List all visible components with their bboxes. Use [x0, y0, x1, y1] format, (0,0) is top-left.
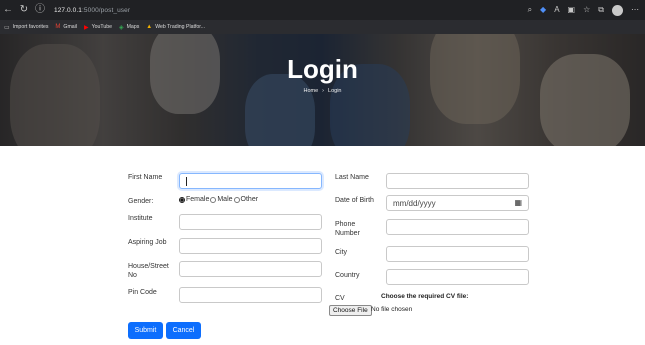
bookmark-label: Gmail: [63, 24, 77, 30]
country-input[interactable]: [386, 269, 529, 285]
cv-label: CV: [335, 295, 345, 302]
folder-icon: ▭: [4, 24, 10, 31]
text-cursor: [186, 177, 187, 186]
phone-number-input[interactable]: [386, 219, 529, 235]
city-label: City: [335, 249, 348, 256]
bookmarks-bar: ▭ Import favorites M Gmail ▶ YouTube ◈ M…: [0, 20, 645, 34]
cv-hint: Choose the required CV file:: [381, 293, 469, 300]
bookmark-label: Maps: [126, 24, 140, 30]
bookmark-youtube[interactable]: ▶ YouTube: [84, 24, 112, 31]
hero-banner: Login Home › Login: [0, 34, 645, 146]
breadcrumb-separator-icon: ›: [322, 88, 325, 94]
phone-number-label: Phone Number: [335, 220, 360, 238]
read-aloud-icon[interactable]: A: [554, 0, 559, 20]
back-icon[interactable]: ←: [0, 0, 16, 20]
radio-label: Other: [240, 196, 259, 203]
cancel-button[interactable]: Cancel: [166, 322, 201, 339]
extension-icon[interactable]: ◆: [540, 0, 546, 20]
profile-avatar[interactable]: [612, 4, 623, 16]
calendar-icon[interactable]: ▦: [514, 198, 522, 207]
favorite-star-icon[interactable]: ☆: [583, 0, 590, 20]
house-street-label: House/Street No: [128, 262, 169, 280]
dob-placeholder: mm/dd/yyyy: [393, 199, 436, 208]
gender-option-male[interactable]: Male: [210, 196, 233, 203]
first-name-label: First Name: [128, 174, 163, 181]
file-status: No file chosen: [371, 306, 413, 313]
aspiring-job-label: Aspiring Job: [128, 239, 167, 246]
house-street-label-line1: House/Street: [128, 263, 169, 270]
gmail-icon: M: [55, 24, 61, 30]
url-host: 127.0.0.1: [54, 6, 83, 14]
pin-code-label: Pin Code: [128, 289, 157, 296]
submit-button[interactable]: Submit: [128, 322, 163, 339]
radio-label: Male: [217, 196, 233, 203]
bookmark-web-trading[interactable]: ▲ Web Trading Platfor...: [146, 24, 205, 30]
last-name-label: Last Name: [335, 174, 369, 181]
maps-icon: ◈: [118, 24, 124, 31]
phone-label-line2: Number: [335, 230, 360, 237]
more-menu-icon[interactable]: ⋯: [631, 0, 639, 20]
radio-label: Female: [186, 196, 210, 203]
country-label: Country: [335, 272, 360, 279]
search-icon[interactable]: ⌕: [528, 0, 532, 20]
aspiring-job-input[interactable]: [179, 238, 322, 254]
house-street-input[interactable]: [179, 261, 322, 277]
phone-label-line1: Phone: [335, 221, 356, 228]
browser-toolbar: ← ↻ ⓘ 127.0.0.1:5000/post_user ⌕ ◆ A ▣ ☆…: [0, 0, 645, 20]
pin-code-input[interactable]: [179, 287, 322, 303]
bookmark-maps[interactable]: ◈ Maps: [119, 24, 139, 31]
url-path: :5000/post_user: [82, 6, 131, 14]
city-input[interactable]: [386, 246, 529, 262]
choose-file-button[interactable]: Choose File: [329, 305, 372, 316]
radio-male[interactable]: [210, 196, 217, 203]
trading-icon: ▲: [146, 24, 153, 30]
house-street-label-line2: No: [128, 272, 137, 279]
institute-label: Institute: [128, 215, 153, 222]
bookmark-gmail[interactable]: M Gmail: [55, 24, 77, 30]
radio-female[interactable]: [179, 196, 185, 203]
site-info-icon[interactable]: ⓘ: [32, 0, 48, 20]
first-name-input[interactable]: [179, 173, 322, 189]
toolbar-actions: ⌕ ◆ A ▣ ☆ ⧉ ⋯: [528, 0, 639, 20]
breadcrumb-current: Login: [328, 88, 342, 94]
split-screen-icon[interactable]: ▣: [568, 0, 576, 20]
address-bar[interactable]: 127.0.0.1:5000/post_user: [54, 7, 130, 14]
institute-input[interactable]: [179, 214, 322, 230]
collections-icon[interactable]: ⧉: [598, 0, 604, 20]
gender-label: Gender:: [128, 198, 154, 205]
youtube-icon: ▶: [83, 24, 89, 31]
bookmark-label: YouTube: [91, 24, 112, 30]
radio-other[interactable]: [233, 196, 240, 203]
gender-radio-group: Female Male Other: [179, 196, 259, 203]
page-title: Login: [287, 54, 358, 84]
last-name-input[interactable]: [386, 173, 529, 189]
reload-icon[interactable]: ↻: [16, 0, 32, 20]
dob-label: Date of Birth: [335, 197, 374, 204]
gender-option-other[interactable]: Other: [233, 196, 259, 203]
bookmark-label: Web Trading Platfor...: [155, 24, 206, 30]
gender-option-female[interactable]: Female: [179, 196, 209, 203]
bookmark-import-favorites[interactable]: ▭ Import favorites: [4, 24, 48, 31]
breadcrumb: Home › Login: [0, 88, 645, 94]
breadcrumb-home[interactable]: Home: [304, 88, 319, 94]
bookmark-label: Import favorites: [12, 24, 49, 30]
dob-input[interactable]: mm/dd/yyyy ▦: [386, 195, 529, 211]
